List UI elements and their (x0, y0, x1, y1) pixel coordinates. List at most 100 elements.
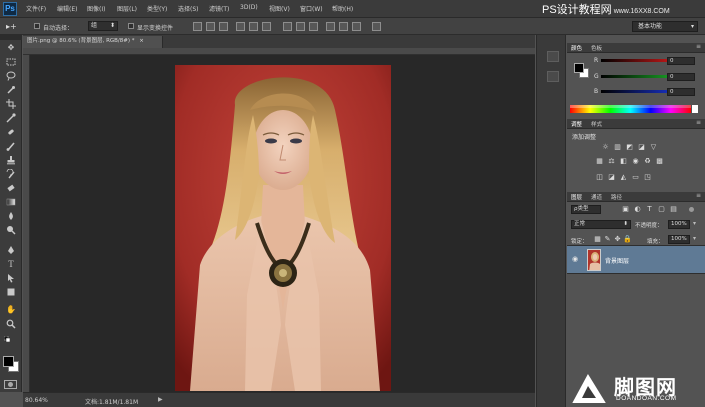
filter-type-icon[interactable]: T (645, 205, 654, 214)
eraser-icon[interactable] (5, 183, 17, 193)
chevron-down-icon[interactable]: ▾ (693, 235, 696, 242)
threshold-icon[interactable]: ◭ (619, 173, 628, 182)
gradient-map-icon[interactable]: ▭ (631, 173, 640, 182)
levels-icon[interactable]: ▥ (613, 143, 622, 152)
vibrance-icon[interactable]: ▽ (649, 143, 658, 152)
menu-select[interactable]: 选择(S) (178, 4, 199, 13)
panel-menu-icon[interactable]: ≡ (696, 119, 701, 126)
color-lookup-icon[interactable]: ▩ (655, 157, 664, 166)
menu-help[interactable]: 帮助(H) (332, 4, 353, 13)
default-colors-icon[interactable] (3, 335, 11, 343)
crop-icon[interactable] (5, 99, 17, 109)
chevron-down-icon[interactable]: ▾ (693, 220, 696, 227)
layer-kind-filter[interactable]: ρ类型 (571, 205, 601, 214)
menu-layer[interactable]: 图层(L) (117, 4, 137, 13)
menu-image[interactable]: 图像(I) (87, 4, 105, 13)
filter-smart-icon[interactable]: ▤ (669, 205, 678, 214)
color-foreground-swatch[interactable] (574, 63, 584, 73)
align-top-icon[interactable] (193, 22, 202, 31)
type-icon[interactable]: T (5, 259, 17, 269)
tab-color[interactable]: 颜色 (571, 44, 582, 52)
gradient-icon[interactable] (5, 197, 17, 207)
history-brush-icon[interactable] (5, 168, 17, 179)
tab-swatches[interactable]: 色板 (591, 44, 602, 52)
align-left-icon[interactable] (236, 22, 245, 31)
channel-b-value[interactable]: 0 (667, 88, 695, 96)
lock-transparent-icon[interactable]: ▦ (593, 235, 602, 244)
distribute-hcenter-icon[interactable] (339, 22, 348, 31)
invert-icon[interactable]: ◫ (595, 173, 604, 182)
menu-edit[interactable]: 编辑(E) (57, 4, 77, 13)
tab-channels[interactable]: 通道 (591, 193, 602, 201)
brightness-contrast-icon[interactable]: ☼ (601, 143, 610, 152)
distribute-left-icon[interactable] (326, 22, 335, 31)
show-transform-checkbox[interactable] (128, 23, 134, 29)
move-icon[interactable]: ✥ (5, 43, 17, 53)
lasso-icon[interactable] (5, 71, 17, 81)
distribute-bottom-icon[interactable] (309, 22, 318, 31)
menu-file[interactable]: 文件(F) (26, 4, 46, 13)
filter-shape-icon[interactable]: ▢ (657, 205, 666, 214)
lock-all-icon[interactable]: 🔒 (623, 235, 632, 244)
align-bottom-icon[interactable] (219, 22, 228, 31)
dodge-icon[interactable] (5, 225, 17, 235)
distribute-top-icon[interactable] (283, 22, 292, 31)
hue-saturation-icon[interactable]: ▦ (595, 157, 604, 166)
quick-mask-icon[interactable] (4, 380, 17, 389)
healing-icon[interactable] (5, 127, 17, 137)
menu-view[interactable]: 视图(V) (269, 4, 290, 13)
filter-pixel-icon[interactable]: ▣ (621, 205, 630, 214)
panel-menu-icon[interactable]: ≡ (696, 43, 701, 50)
move-tool-preset-icon[interactable]: ▸+ (6, 21, 22, 32)
curves-icon[interactable]: ◩ (625, 143, 634, 152)
document-tab[interactable]: 图片.png @ 80.6% (背景图层, RGB/8#) * × (23, 36, 163, 48)
stamp-icon[interactable] (5, 155, 17, 165)
brush-icon[interactable] (5, 141, 17, 151)
menu-type[interactable]: 类型(Y) (147, 4, 167, 13)
auto-align-icon[interactable] (372, 22, 381, 31)
properties-panel-icon[interactable] (547, 71, 559, 82)
auto-select-checkbox[interactable] (34, 23, 40, 29)
history-panel-icon[interactable] (547, 51, 559, 62)
channel-r-value[interactable]: 0 (667, 57, 695, 65)
color-spectrum[interactable] (570, 105, 691, 113)
lock-pixels-icon[interactable]: ✎ (603, 235, 612, 244)
menu-3d[interactable]: 3D(D) (240, 4, 258, 11)
menu-filter[interactable]: 滤镜(T) (209, 4, 229, 13)
align-right-icon[interactable] (262, 22, 271, 31)
path-select-icon[interactable] (5, 273, 17, 283)
channel-g-value[interactable]: 0 (667, 73, 695, 81)
eyedropper-icon[interactable] (5, 113, 17, 123)
white-swatch[interactable] (692, 105, 698, 113)
selective-color-icon[interactable]: ◳ (643, 173, 652, 182)
align-hcenter-icon[interactable] (249, 22, 258, 31)
distribute-vcenter-icon[interactable] (296, 22, 305, 31)
zoom-icon[interactable] (5, 319, 17, 329)
pen-icon[interactable] (5, 245, 17, 255)
align-vcenter-icon[interactable] (206, 22, 215, 31)
marquee-icon[interactable] (5, 57, 17, 67)
zoom-level[interactable]: 80.64% (25, 397, 48, 404)
lock-position-icon[interactable]: ✥ (613, 235, 622, 244)
black-white-icon[interactable]: ◧ (619, 157, 628, 166)
document-image[interactable] (175, 65, 391, 391)
channel-mixer-icon[interactable]: ♻ (643, 157, 652, 166)
color-balance-icon[interactable]: ⚖ (607, 157, 616, 166)
photo-filter-icon[interactable]: ◉ (631, 157, 640, 166)
filter-toggle-icon[interactable] (689, 207, 694, 212)
blur-icon[interactable] (5, 211, 17, 221)
close-icon[interactable]: × (139, 38, 144, 44)
opacity-input[interactable]: 100% (668, 220, 690, 229)
panel-menu-icon[interactable]: ≡ (696, 192, 701, 199)
eye-icon[interactable]: ◉ (572, 255, 578, 263)
shape-icon[interactable] (5, 287, 17, 297)
tab-adjustments[interactable]: 调整 (571, 120, 582, 128)
tab-paths[interactable]: 路径 (611, 193, 622, 201)
filter-adjustment-icon[interactable]: ◐ (633, 205, 642, 214)
tab-layers[interactable]: 图层 (571, 193, 582, 201)
auto-select-dropdown[interactable]: 组 ⬍ (88, 21, 118, 31)
quick-select-icon[interactable] (5, 85, 17, 95)
foreground-color-fill[interactable] (3, 356, 14, 367)
workspace-dropdown[interactable]: 基本功能 ▾ (632, 21, 698, 32)
layer-row[interactable]: ◉ 背景图层 (567, 245, 705, 274)
